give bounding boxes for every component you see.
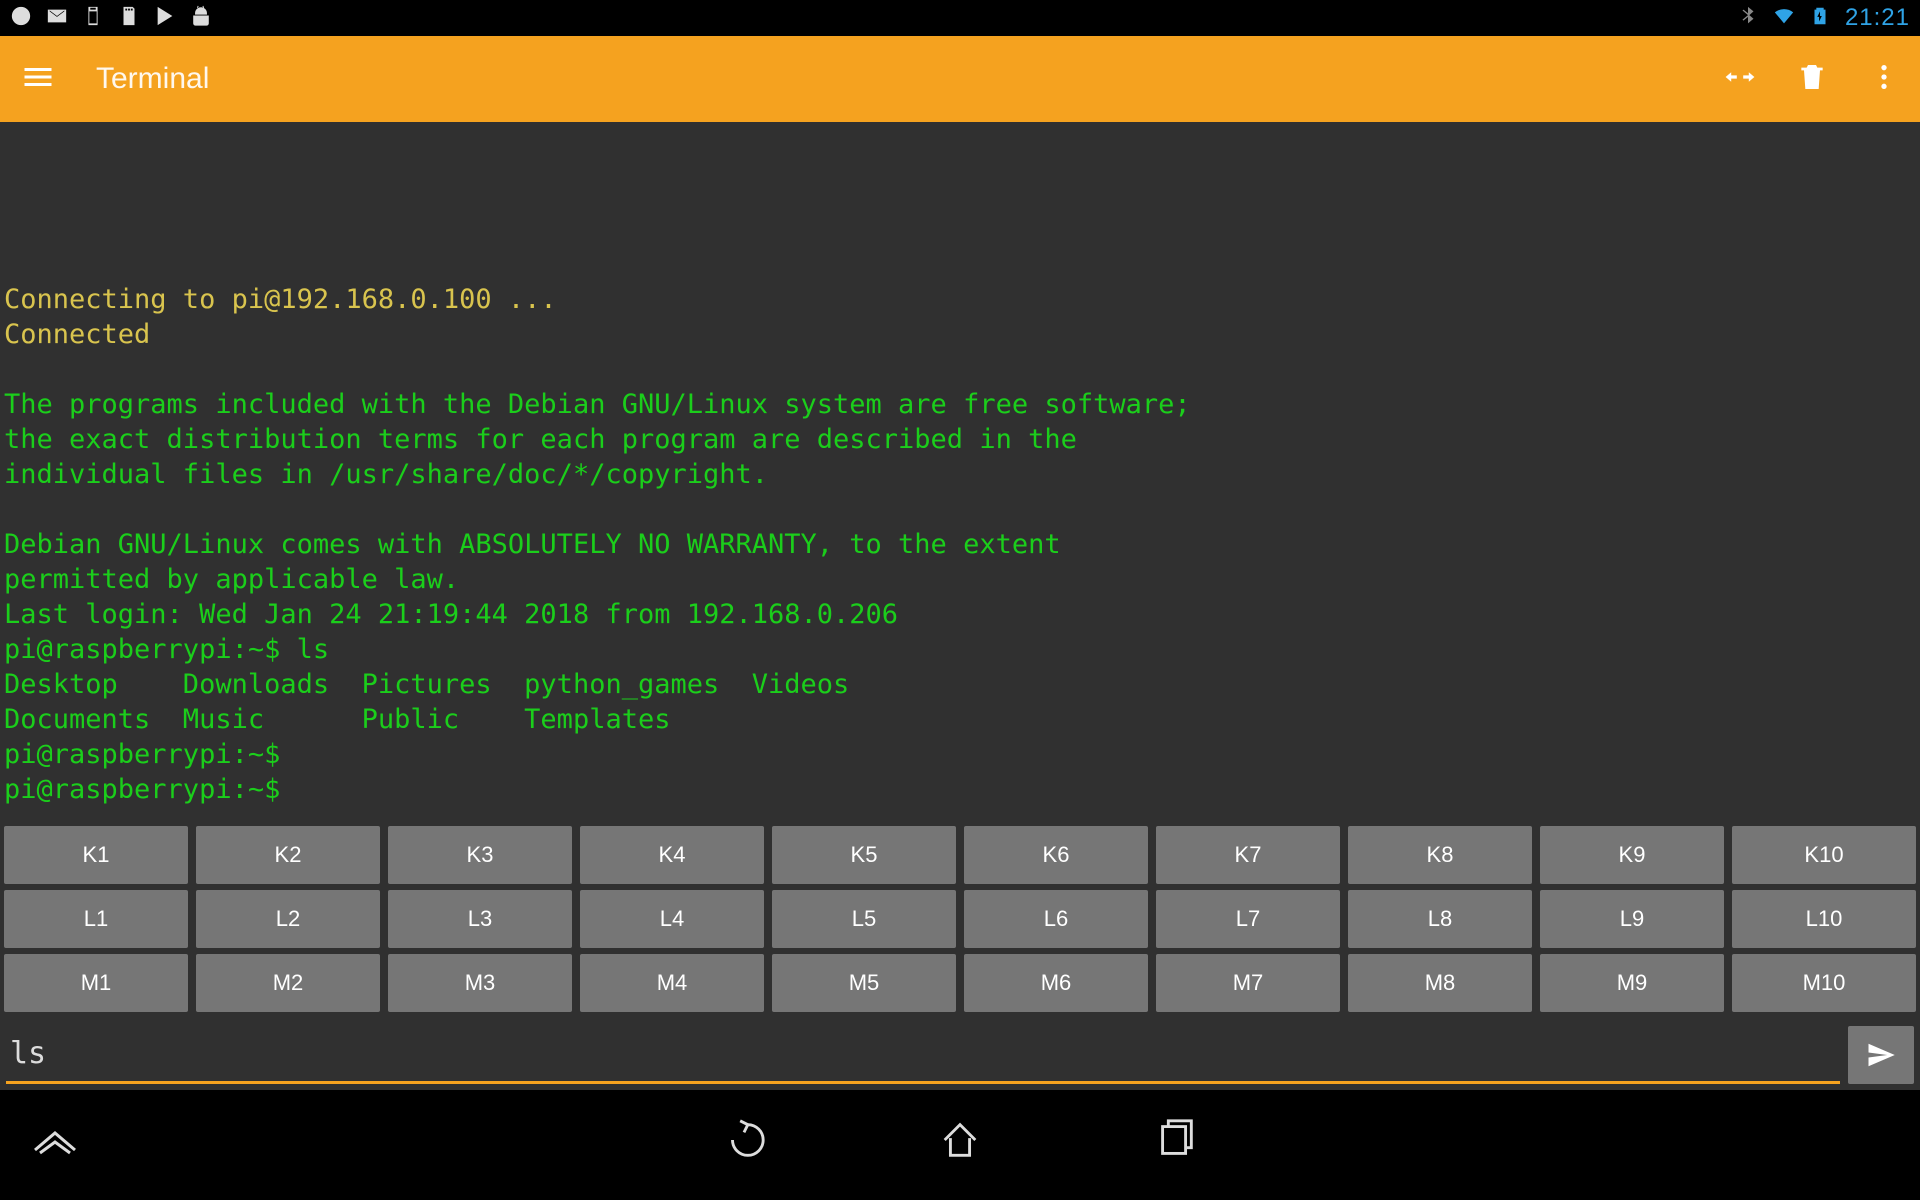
macro-key-l7[interactable]: L7 [1156, 890, 1340, 948]
macro-key-l5[interactable]: L5 [772, 890, 956, 948]
android-icon [190, 5, 212, 31]
resize-horizontal-icon[interactable] [1724, 61, 1756, 98]
sync-icon [10, 5, 32, 31]
android-nav-bar [0, 1090, 1920, 1194]
nav-recent-button[interactable] [1153, 1117, 1199, 1168]
macro-key-k6[interactable]: K6 [964, 826, 1148, 884]
terminal-line: Desktop Downloads Pictures python_games … [4, 669, 849, 700]
app-bar: Terminal [0, 36, 1920, 122]
command-input-row [0, 1016, 1920, 1090]
bluetooth-icon [1737, 5, 1759, 31]
terminal-line: Last login: Wed Jan 24 21:19:44 2018 fro… [4, 599, 898, 630]
terminal-line: pi@raspberrypi:~$ [4, 739, 297, 770]
macro-key-k9[interactable]: K9 [1540, 826, 1724, 884]
terminal-line: Connected [4, 319, 150, 350]
macro-key-k4[interactable]: K4 [580, 826, 764, 884]
play-store-icon [154, 5, 176, 31]
command-input-wrap [6, 1026, 1840, 1084]
nav-expand-button[interactable] [30, 1125, 80, 1160]
send-icon [1866, 1040, 1896, 1070]
overflow-menu-button[interactable] [1868, 61, 1900, 98]
macro-key-k8[interactable]: K8 [1348, 826, 1532, 884]
terminal-line: pi@raspberrypi:~$ [4, 774, 297, 805]
nav-back-button[interactable] [721, 1117, 767, 1168]
sd-card-icon [118, 5, 140, 31]
macro-key-m7[interactable]: M7 [1156, 954, 1340, 1012]
macro-key-k3[interactable]: K3 [388, 826, 572, 884]
macro-key-m4[interactable]: M4 [580, 954, 764, 1012]
nav-center-buttons [721, 1117, 1199, 1168]
android-status-bar: 21:21 [0, 0, 1920, 36]
macro-key-m3[interactable]: M3 [388, 954, 572, 1012]
nav-home-button[interactable] [937, 1117, 983, 1168]
macro-key-l6[interactable]: L6 [964, 890, 1148, 948]
delete-button[interactable] [1796, 61, 1828, 98]
macro-key-k1[interactable]: K1 [4, 826, 188, 884]
app-title: Terminal [96, 62, 1724, 96]
macro-key-l3[interactable]: L3 [388, 890, 572, 948]
macro-key-l4[interactable]: L4 [580, 890, 764, 948]
macro-key-m10[interactable]: M10 [1732, 954, 1916, 1012]
macro-key-l8[interactable]: L8 [1348, 890, 1532, 948]
terminal-line: Connecting to pi@192.168.0.100 ... [4, 284, 557, 315]
terminal-line: permitted by applicable law. [4, 564, 459, 595]
mail-icon [46, 5, 68, 31]
terminal-output[interactable]: Connecting to pi@192.168.0.100 ... Conne… [0, 122, 1920, 824]
battery-charging-icon [1809, 5, 1831, 31]
terminal-line: the exact distribution terms for each pr… [4, 424, 1077, 455]
app-bar-actions [1724, 61, 1900, 98]
macro-key-k5[interactable]: K5 [772, 826, 956, 884]
macro-key-area: K1 K2 K3 K4 K5 K6 K7 K8 K9 K10 L1 L2 L3 … [0, 824, 1920, 1016]
macro-key-m8[interactable]: M8 [1348, 954, 1532, 1012]
macro-key-l9[interactable]: L9 [1540, 890, 1724, 948]
menu-button[interactable] [20, 59, 56, 100]
macro-key-l10[interactable]: L10 [1732, 890, 1916, 948]
macro-key-m2[interactable]: M2 [196, 954, 380, 1012]
terminal-line: pi@raspberrypi:~$ ls [4, 634, 329, 665]
macro-key-k2[interactable]: K2 [196, 826, 380, 884]
macro-row-k: K1 K2 K3 K4 K5 K6 K7 K8 K9 K10 [4, 826, 1916, 884]
macro-key-k7[interactable]: K7 [1156, 826, 1340, 884]
macro-key-m6[interactable]: M6 [964, 954, 1148, 1012]
send-button[interactable] [1848, 1026, 1914, 1084]
status-right-icons: 21:21 [1737, 5, 1910, 31]
macro-key-m1[interactable]: M1 [4, 954, 188, 1012]
terminal-line: Documents Music Public Templates [4, 704, 670, 735]
terminal-line: individual files in /usr/share/doc/*/cop… [4, 459, 768, 490]
macro-key-l2[interactable]: L2 [196, 890, 380, 948]
macro-key-k10[interactable]: K10 [1732, 826, 1916, 884]
command-input[interactable] [6, 1036, 1840, 1071]
macro-key-l1[interactable]: L1 [4, 890, 188, 948]
macro-row-m: M1 M2 M3 M4 M5 M6 M7 M8 M9 M10 [4, 954, 1916, 1012]
macro-key-m9[interactable]: M9 [1540, 954, 1724, 1012]
macro-key-m5[interactable]: M5 [772, 954, 956, 1012]
status-clock: 21:21 [1845, 6, 1910, 30]
status-left-icons [10, 5, 212, 31]
wifi-icon [1773, 5, 1795, 31]
macro-row-l: L1 L2 L3 L4 L5 L6 L7 L8 L9 L10 [4, 890, 1916, 948]
battery-note-icon [82, 5, 104, 31]
terminal-line: Debian GNU/Linux comes with ABSOLUTELY N… [4, 529, 1061, 560]
terminal-line: The programs included with the Debian GN… [4, 389, 1191, 420]
